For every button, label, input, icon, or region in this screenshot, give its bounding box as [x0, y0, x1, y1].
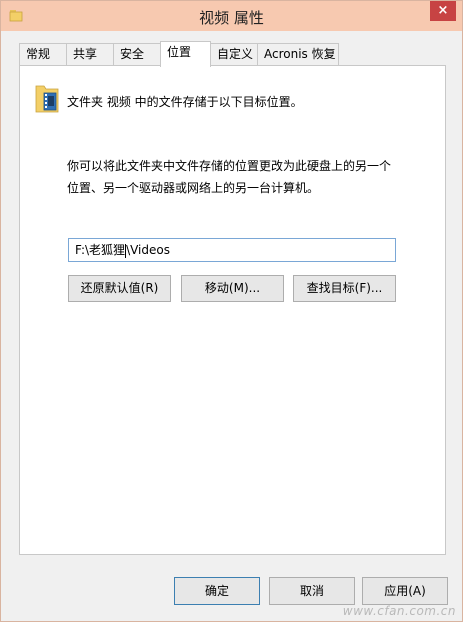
location-path-input[interactable]: F:\老狐狸\Videos — [68, 238, 396, 262]
properties-dialog: 视频 属性 × 常规 共享 安全 位置 自定义 Acronis 恢复 文件夹 视… — [0, 0, 463, 622]
location-intro-text: 文件夹 视频 中的文件存储于以下目标位置。 — [67, 95, 303, 109]
cancel-button[interactable]: 取消 — [269, 577, 355, 605]
title-bar[interactable]: 视频 属性 × — [1, 1, 462, 31]
window-title: 视频 属性 — [199, 9, 264, 27]
watermark: www.cfan.com.cn — [342, 604, 456, 618]
description-line-1: 你可以将此文件夹中文件存储的位置更改为此硬盘上的另一个 — [67, 159, 392, 173]
tab-general[interactable]: 常规 — [19, 43, 67, 65]
find-target-button[interactable]: 查找目标(F)... — [293, 275, 396, 302]
tab-sharing[interactable]: 共享 — [66, 43, 114, 65]
tab-security[interactable]: 安全 — [113, 43, 161, 65]
close-button[interactable]: × — [430, 1, 456, 21]
location-description: 你可以将此文件夹中文件存储的位置更改为此硬盘上的另一个 位置、另一个驱动器或网络… — [67, 155, 407, 199]
apply-button[interactable]: 应用(A) — [362, 577, 448, 605]
move-button[interactable]: 移动(M)... — [181, 275, 284, 302]
path-text-before-caret: F:\老狐狸 — [75, 243, 126, 257]
tab-location[interactable]: 位置 — [160, 41, 211, 67]
path-text-after-caret: \Videos — [126, 243, 170, 257]
videos-folder-icon — [35, 85, 59, 113]
location-panel: 文件夹 视频 中的文件存储于以下目标位置。 你可以将此文件夹中文件存储的位置更改… — [19, 65, 446, 555]
ok-button[interactable]: 确定 — [174, 577, 260, 605]
tab-acronis-restore[interactable]: Acronis 恢复 — [257, 43, 339, 65]
tab-customize[interactable]: 自定义 — [210, 43, 258, 65]
restore-default-button[interactable]: 还原默认值(R) — [68, 275, 171, 302]
description-line-2: 位置、另一个驱动器或网络上的另一台计算机。 — [67, 181, 320, 195]
